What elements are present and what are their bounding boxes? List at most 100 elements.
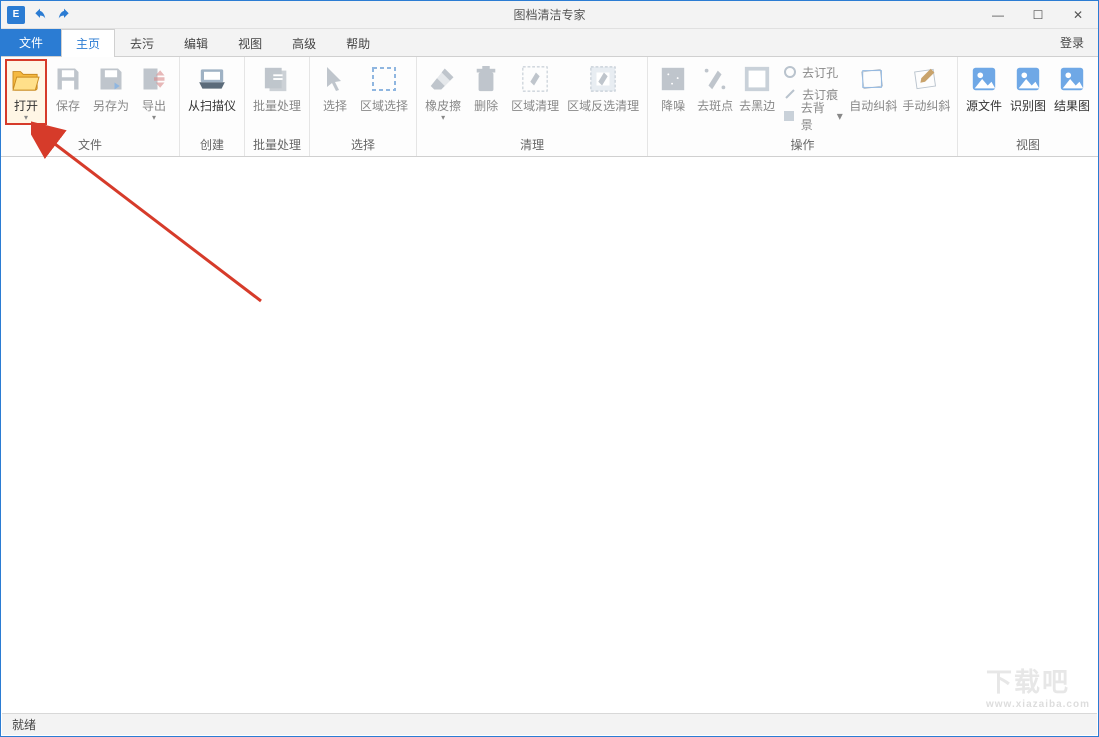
save-button[interactable]: 保存 <box>47 59 89 113</box>
group-operate: 降噪 去斑点 去黑边 去订孔 <box>648 57 958 156</box>
batch-button[interactable]: 批量处理 <box>249 59 305 113</box>
group-batch: 批量处理 批量处理 <box>245 57 310 156</box>
batch-icon <box>261 63 293 95</box>
login-link[interactable]: 登录 <box>1046 29 1098 56</box>
depunch-icon <box>782 64 798 80</box>
select-label: 选择 <box>323 99 347 113</box>
group-select-label: 选择 <box>314 133 412 156</box>
fromscanner-button[interactable]: 从扫描仪 <box>184 59 240 113</box>
image-icon <box>1012 63 1044 95</box>
open-label: 打开 <box>14 99 38 113</box>
batch-label: 批量处理 <box>253 99 301 113</box>
group-operate-label: 操作 <box>652 133 953 156</box>
deborder-label: 去黑边 <box>739 99 775 113</box>
eraser-icon <box>427 63 459 95</box>
regioninvclean-button[interactable]: 区域反选清理 <box>563 59 643 113</box>
delete-label: 删除 <box>474 99 498 113</box>
autodeskew-label: 自动纠斜 <box>849 99 897 113</box>
dropdown-caret-icon: ▾ <box>24 113 28 123</box>
saveas-button[interactable]: 另存为 <box>89 59 133 113</box>
export-icon <box>138 63 170 95</box>
autodeskew-icon <box>857 63 889 95</box>
resultimg-label: 结果图 <box>1054 99 1090 113</box>
depunch-label: 去订孔 <box>802 64 838 81</box>
depunch-button[interactable]: 去订孔 <box>778 61 847 83</box>
debg-icon <box>782 108 797 124</box>
denoise-button[interactable]: 降噪 <box>652 59 694 113</box>
deborder-icon <box>741 63 773 95</box>
open-button[interactable]: 打开 ▾ <box>5 59 47 125</box>
tab-view[interactable]: 视图 <box>223 29 277 56</box>
save-icon <box>52 63 84 95</box>
regionclean-label: 区域清理 <box>511 99 559 113</box>
close-button[interactable]: ✕ <box>1058 1 1098 28</box>
status-bar: 就绪 <box>2 713 1097 735</box>
srcimg-button[interactable]: 源文件 <box>962 59 1006 113</box>
regionclean-button[interactable]: 区域清理 <box>507 59 563 113</box>
manualdeskew-button[interactable]: 手动纠斜 <box>900 59 953 113</box>
group-select: 选择 区域选择 选择 <box>310 57 417 156</box>
redo-button[interactable] <box>55 6 73 24</box>
recogimg-button[interactable]: 识别图 <box>1006 59 1050 113</box>
tab-file[interactable]: 文件 <box>1 29 61 56</box>
trash-icon <box>470 63 502 95</box>
image-icon <box>1056 63 1088 95</box>
regionselect-button[interactable]: 区域选择 <box>356 59 412 113</box>
window-title: 图档清洁专家 <box>1 6 1098 23</box>
eraser-label: 橡皮擦 <box>425 99 461 113</box>
resultimg-button[interactable]: 结果图 <box>1050 59 1094 113</box>
tab-advanced[interactable]: 高级 <box>277 29 331 56</box>
cursor-icon <box>319 63 351 95</box>
regioninvclean-label: 区域反选清理 <box>567 99 639 113</box>
saveas-icon <box>95 63 127 95</box>
deborder-button[interactable]: 去黑边 <box>736 59 778 113</box>
tab-home[interactable]: 主页 <box>61 29 115 57</box>
export-button[interactable]: 导出 ▾ <box>133 59 175 123</box>
region-clean-icon <box>519 63 551 95</box>
undo-button[interactable] <box>31 6 49 24</box>
save-label: 保存 <box>56 99 80 113</box>
dropdown-caret-icon: ▾ <box>837 109 843 123</box>
export-label: 导出 <box>142 99 166 113</box>
region-select-icon <box>368 63 400 95</box>
group-create: 从扫描仪 创建 <box>180 57 245 156</box>
recogimg-label: 识别图 <box>1010 99 1046 113</box>
saveas-label: 另存为 <box>93 99 129 113</box>
tab-destain[interactable]: 去污 <box>115 29 169 56</box>
select-button[interactable]: 选择 <box>314 59 356 113</box>
minimize-button[interactable]: — <box>978 1 1018 28</box>
status-text: 就绪 <box>12 716 36 733</box>
app-icon: E <box>7 6 25 24</box>
autodeskew-button[interactable]: 自动纠斜 <box>847 59 900 113</box>
srcimg-label: 源文件 <box>966 99 1002 113</box>
group-view: 源文件 识别图 结果图 视图 <box>958 57 1098 156</box>
debg-label: 去背景 <box>801 99 834 133</box>
dropdown-caret-icon: ▾ <box>441 113 445 123</box>
group-create-label: 创建 <box>184 133 240 156</box>
tab-help[interactable]: 帮助 <box>331 29 385 56</box>
region-invclean-icon <box>587 63 619 95</box>
delete-button[interactable]: 删除 <box>465 59 507 113</box>
destaple-icon <box>782 86 798 102</box>
image-icon <box>968 63 1000 95</box>
despeckle-button[interactable]: 去斑点 <box>694 59 736 113</box>
group-clean: 橡皮擦 ▾ 删除 区域清理 区域反选清理 清理 <box>417 57 648 156</box>
manualdeskew-label: 手动纠斜 <box>902 99 950 113</box>
denoise-icon <box>657 63 689 95</box>
group-clean-label: 清理 <box>421 133 643 156</box>
tab-edit[interactable]: 编辑 <box>169 29 223 56</box>
regionselect-label: 区域选择 <box>360 99 408 113</box>
group-file-label: 文件 <box>5 133 175 156</box>
dropdown-caret-icon: ▾ <box>152 113 156 123</box>
document-area <box>2 158 1097 712</box>
eraser-button[interactable]: 橡皮擦 ▾ <box>421 59 465 123</box>
denoise-label: 降噪 <box>661 99 685 113</box>
title-bar: E 图档清洁专家 — ☐ ✕ <box>1 1 1098 29</box>
despeckle-icon <box>699 63 731 95</box>
maximize-button[interactable]: ☐ <box>1018 1 1058 28</box>
folder-open-icon <box>10 63 42 95</box>
fromscanner-label: 从扫描仪 <box>188 99 236 113</box>
group-batch-label: 批量处理 <box>249 133 305 156</box>
despeckle-label: 去斑点 <box>697 99 733 113</box>
debg-button[interactable]: 去背景 ▾ <box>778 105 847 127</box>
